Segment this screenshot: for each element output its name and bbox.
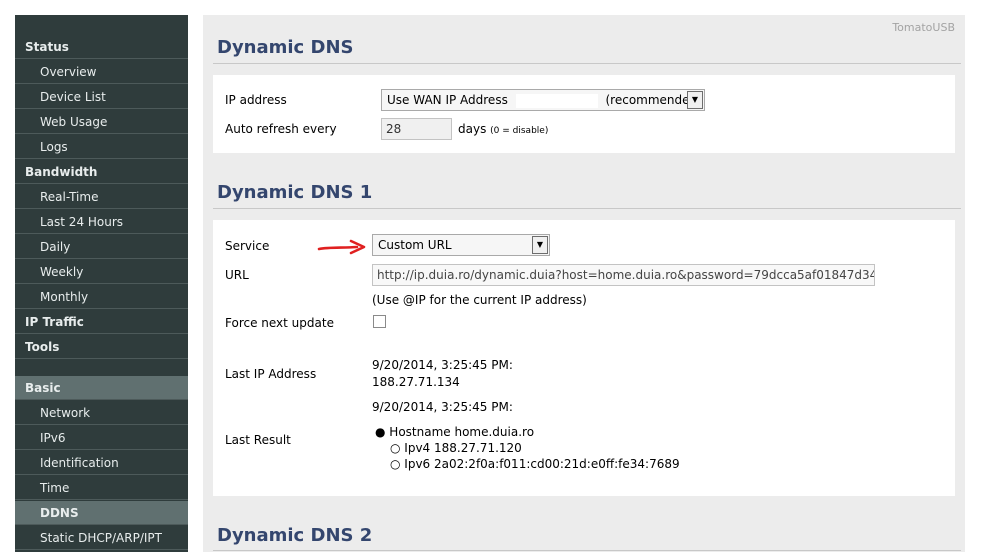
sidebar-item-identification[interactable]: Identification	[15, 451, 188, 475]
ip-address-label: IP address	[225, 93, 287, 107]
last-result-ipv6: ○ Ipv6 2a02:2f0a:f011:cd00:21d:e0ff:fe34…	[390, 457, 680, 471]
last-result-label: Last Result	[225, 433, 291, 447]
sidebar-item-daily[interactable]: Daily	[15, 235, 188, 259]
sidebar-item-ddns[interactable]: DDNS	[15, 501, 188, 525]
service-select[interactable]: Custom URL ▼	[372, 234, 550, 256]
ip-address-select[interactable]: Use WAN IP Address (recommended) ▼	[381, 89, 705, 111]
sidebar-item-device-list[interactable]: Device List	[15, 85, 188, 109]
panel-dynamic-dns: IP address Use WAN IP Address (recommend…	[213, 75, 955, 153]
bullet-icon: ●	[375, 425, 390, 439]
annotation-arrow-icon	[317, 239, 366, 255]
force-next-update-checkbox[interactable]	[373, 315, 386, 328]
sidebar-item-bandwidth[interactable]: Bandwidth	[15, 160, 188, 184]
section-title-dynamic-dns-1: Dynamic DNS 1	[217, 182, 373, 203]
auto-refresh-label: Auto refresh every	[225, 122, 337, 136]
ip-address-selected-value: Use WAN IP Address	[387, 93, 508, 107]
last-result-timestamp: 9/20/2014, 3:25:45 PM:	[372, 400, 513, 414]
sidebar-item-weekly[interactable]: Weekly	[15, 260, 188, 284]
circle-bullet-icon: ○	[390, 457, 405, 471]
force-next-update-label: Force next update	[225, 316, 334, 330]
sidebar-item-last-24-hours[interactable]: Last 24 Hours	[15, 210, 188, 234]
circle-bullet-icon: ○	[390, 441, 405, 455]
panel-dynamic-dns-1: Service Custom URL ▼ URL http://ip.duia.…	[213, 220, 955, 496]
sidebar-item-network[interactable]: Network	[15, 401, 188, 425]
sidebar-item-monthly[interactable]: Monthly	[15, 285, 188, 309]
last-ip-address-label: Last IP Address	[225, 367, 317, 381]
sidebar-item-overview[interactable]: Overview	[15, 60, 188, 84]
auto-refresh-unit-text: days	[458, 122, 487, 136]
section-title-dynamic-dns: Dynamic DNS	[217, 37, 354, 58]
last-ip-address-value: 188.27.71.134	[372, 375, 460, 389]
sidebar-item-ipv6[interactable]: IPv6	[15, 426, 188, 450]
ip-address-blank	[515, 93, 598, 108]
service-selected-value: Custom URL	[378, 238, 452, 252]
brand-label: TomatoUSB	[892, 21, 955, 34]
chevron-down-icon[interactable]: ▼	[532, 236, 548, 254]
sidebar-item-logs[interactable]: Logs	[15, 135, 188, 159]
section-title-dynamic-dns-2: Dynamic DNS 2	[217, 525, 373, 546]
url-input[interactable]: http://ip.duia.ro/dynamic.duia?host=home…	[372, 264, 875, 286]
last-ip-timestamp: 9/20/2014, 3:25:45 PM:	[372, 358, 513, 372]
auto-refresh-input[interactable]: 28	[381, 118, 452, 140]
sidebar-item-real-time[interactable]: Real-Time	[15, 185, 188, 209]
section-divider	[213, 63, 961, 64]
sidebar-item-web-usage[interactable]: Web Usage	[15, 110, 188, 134]
auto-refresh-unit: days (0 = disable)	[458, 122, 548, 136]
main-content: TomatoUSB Dynamic DNS IP address Use WAN…	[203, 15, 965, 552]
sidebar-item-static-dhcp[interactable]: Static DHCP/ARP/IPT	[15, 526, 188, 550]
last-result-hostname: ● Hostname home.duia.ro	[375, 425, 534, 439]
chevron-down-icon[interactable]: ▼	[687, 91, 703, 109]
sidebar-item-status[interactable]: Status	[15, 35, 188, 59]
sidebar-nav: Status Overview Device List Web Usage Lo…	[15, 15, 188, 552]
sidebar-item-basic[interactable]: Basic	[15, 376, 188, 400]
sidebar-item-tools[interactable]: Tools	[15, 335, 188, 359]
section-divider	[213, 208, 961, 209]
last-result-ipv4: ○ Ipv4 188.27.71.120	[390, 441, 522, 455]
last-result-ipv4-text: Ipv4 188.27.71.120	[404, 441, 522, 455]
last-result-ipv6-text: Ipv6 2a02:2f0a:f011:cd00:21d:e0ff:fe34:7…	[404, 457, 680, 471]
sidebar-item-time[interactable]: Time	[15, 476, 188, 500]
section-divider	[213, 550, 961, 551]
last-result-hostname-text: Hostname home.duia.ro	[389, 425, 535, 439]
auto-refresh-hint: (0 = disable)	[490, 126, 549, 136]
service-label: Service	[225, 239, 270, 253]
url-label: URL	[225, 268, 249, 282]
url-hint: (Use @IP for the current IP address)	[372, 293, 587, 307]
sidebar-item-ip-traffic[interactable]: IP Traffic	[15, 310, 188, 334]
